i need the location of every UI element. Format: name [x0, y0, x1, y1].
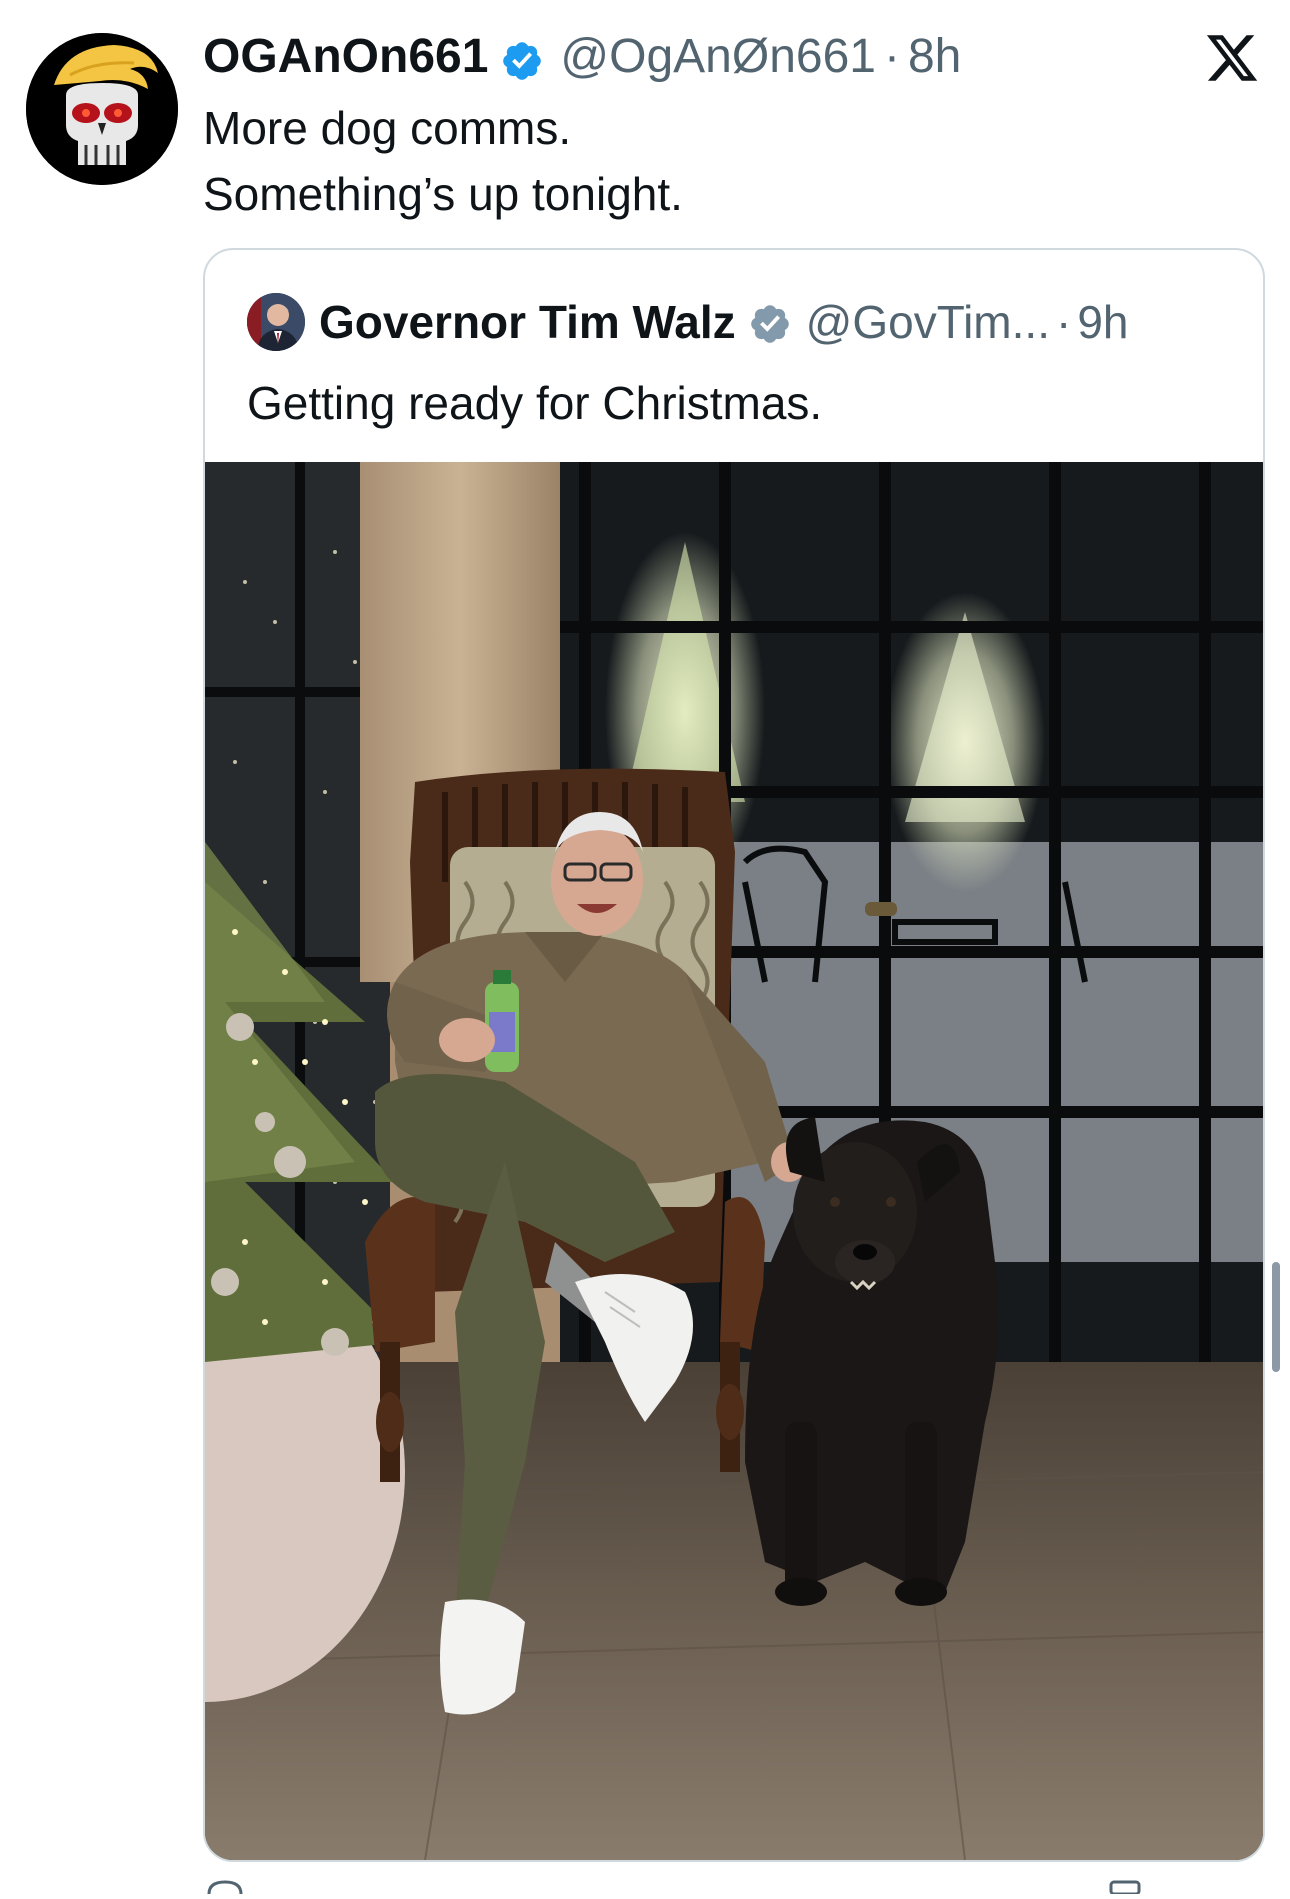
- scrollbar-thumb[interactable]: [1272, 1262, 1280, 1372]
- separator-dot: ·: [1055, 296, 1072, 348]
- verified-badge-icon: [748, 300, 792, 344]
- quoted-tweet-timestamp[interactable]: 9h: [1077, 292, 1128, 352]
- separator-dot: ·: [884, 30, 900, 83]
- author-display-name[interactable]: OGAnOn661: [203, 24, 488, 90]
- quoted-author-display-name[interactable]: Governor Tim Walz: [319, 292, 736, 352]
- quoted-tweet-card[interactable]: Governor Tim Walz @GovTim... · 9h Gettin…: [203, 248, 1265, 1862]
- x-logo-icon[interactable]: [1204, 30, 1260, 86]
- share-icon[interactable]: [1105, 1878, 1145, 1896]
- author-avatar[interactable]: [26, 33, 178, 185]
- tweet-timestamp[interactable]: 8h: [908, 24, 961, 90]
- verified-badge-icon: [500, 35, 544, 80]
- tweet-header: OGAnOn661 @OgAnØn661 · 8h: [203, 24, 961, 90]
- quoted-tweet-header: Governor Tim Walz @GovTim... · 9h: [247, 292, 1128, 352]
- tweet-text: More dog comms. Something’s up tonight.: [203, 95, 1203, 227]
- punisher-skull-avatar-icon: [26, 33, 178, 185]
- author-handle[interactable]: @OgAnØn661: [560, 24, 876, 90]
- quoted-author-handle[interactable]: @GovTim...: [806, 292, 1050, 352]
- man-with-dog-christmas-photo: [205, 462, 1263, 1860]
- quoted-tweet-photo[interactable]: [205, 462, 1263, 1860]
- reply-icon[interactable]: [205, 1878, 245, 1895]
- tweet-text-line: Something’s up tonight.: [203, 168, 683, 220]
- quoted-author-avatar[interactable]: [247, 293, 305, 351]
- governor-portrait-avatar-icon: [247, 293, 305, 351]
- tweet-text-line: More dog comms.: [203, 102, 572, 154]
- quoted-tweet-text: Getting ready for Christmas.: [247, 377, 823, 429]
